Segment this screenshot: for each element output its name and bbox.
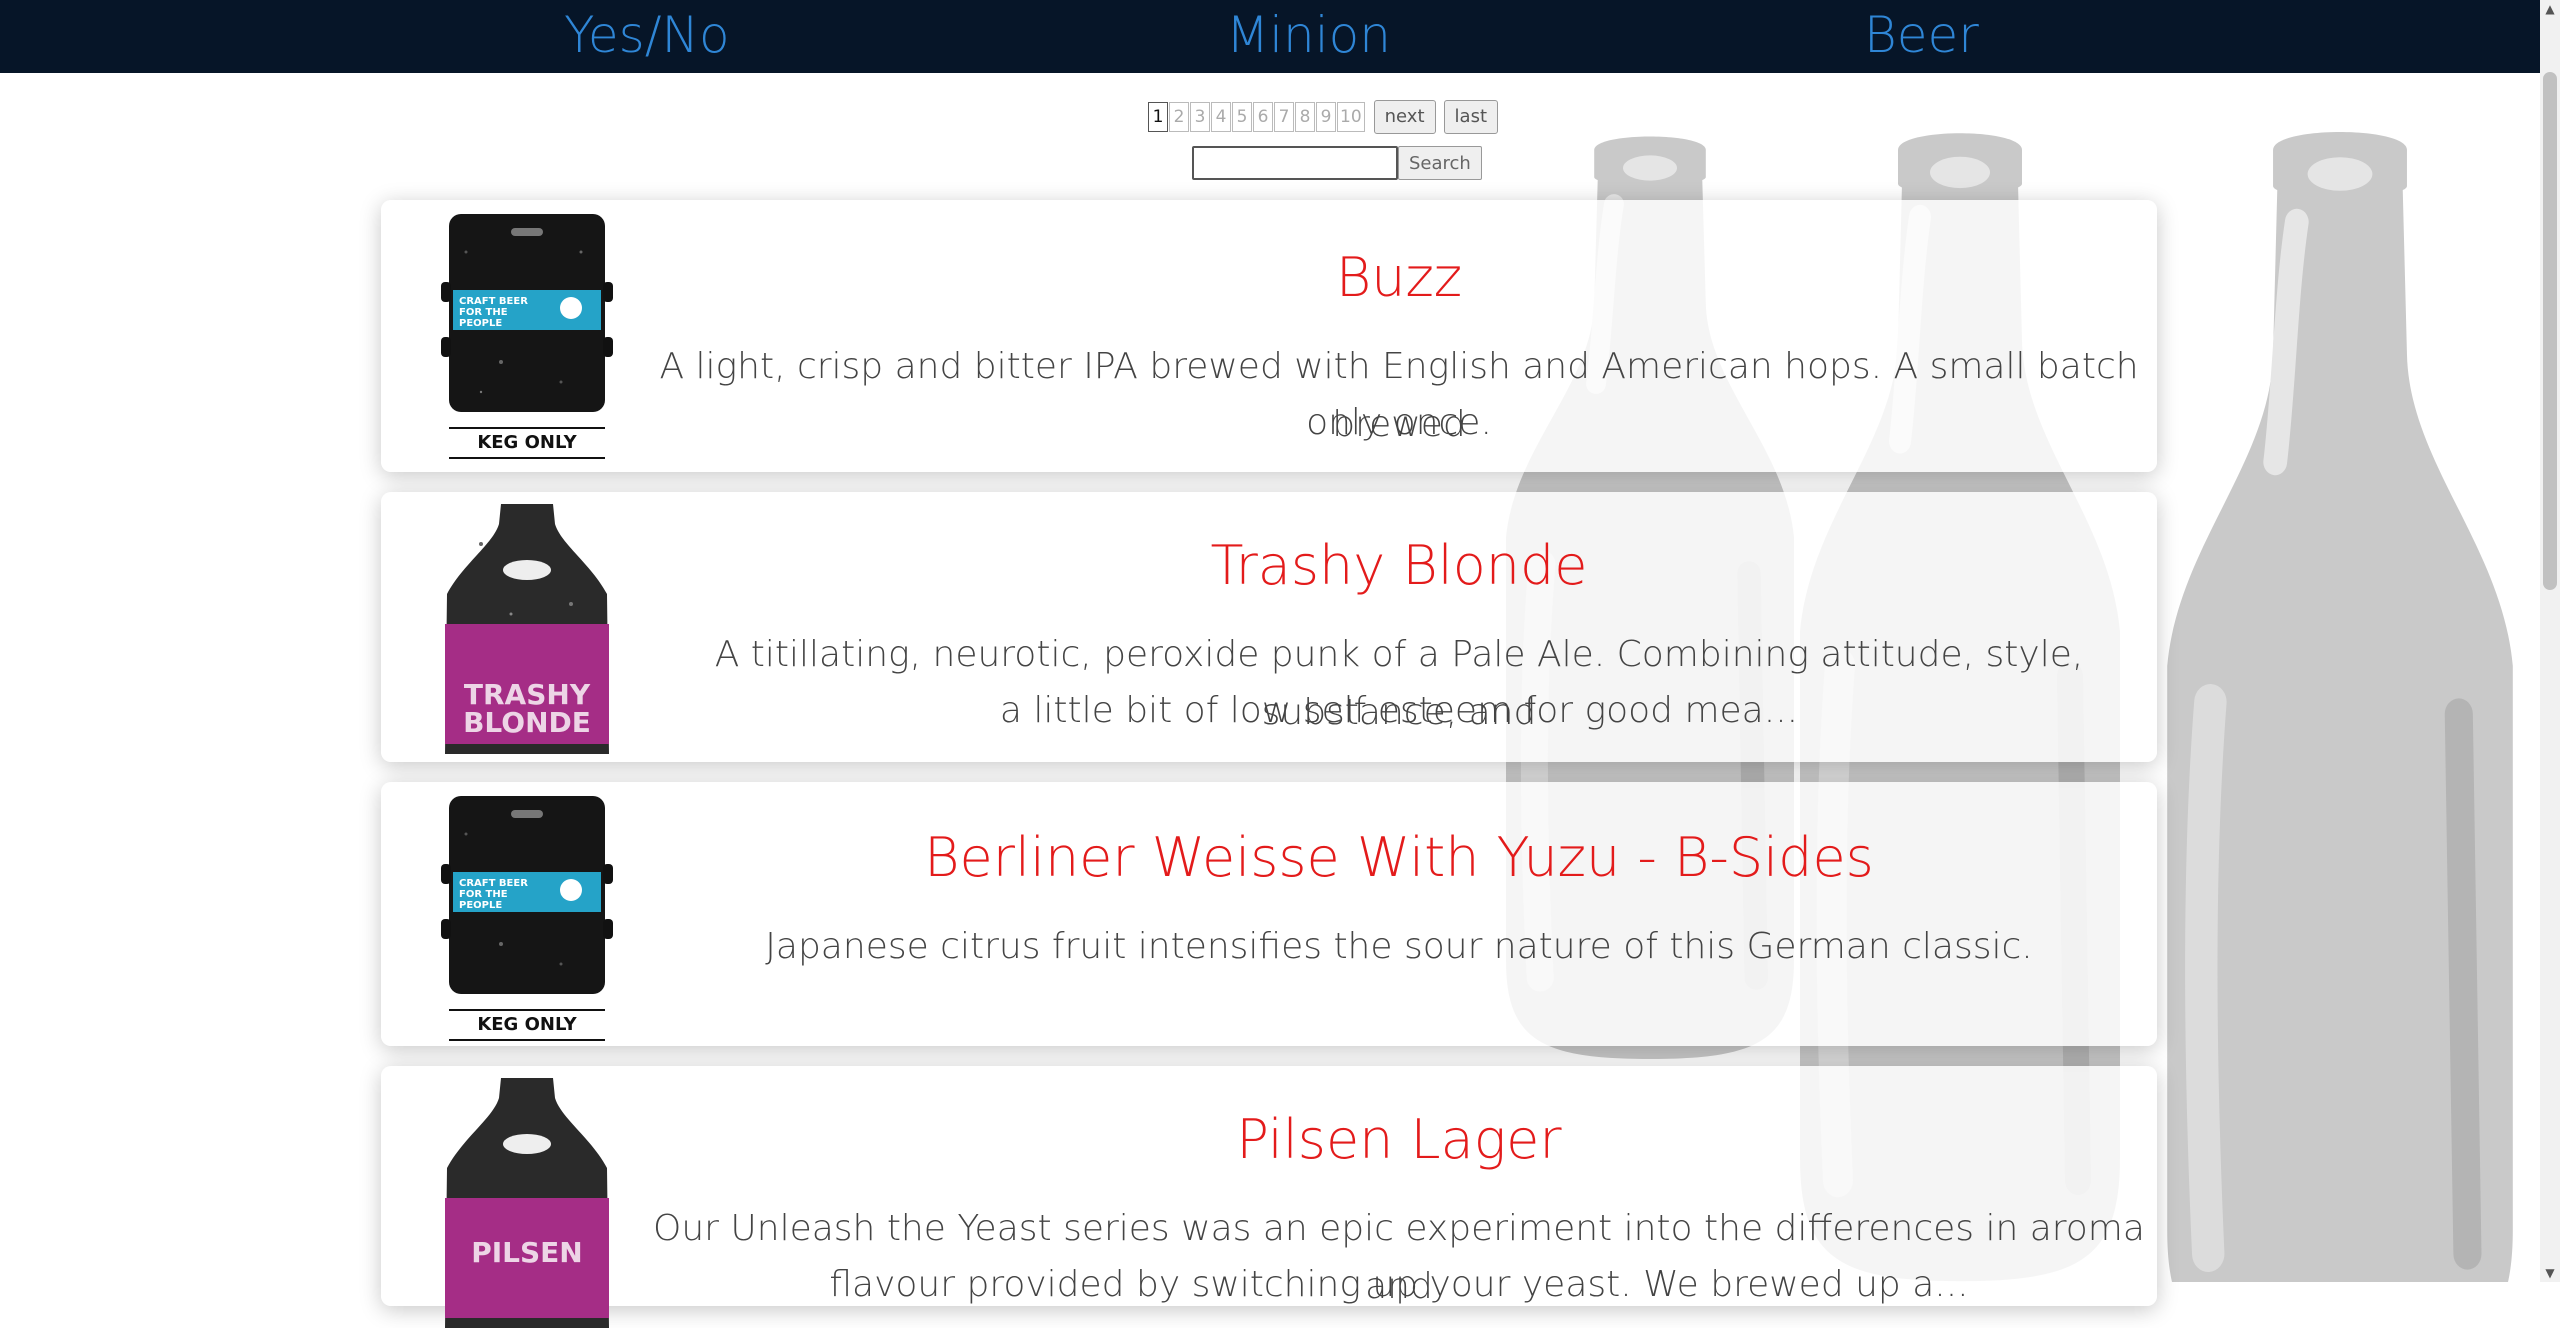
nav-link-beer[interactable]: Beer — [1864, 2, 1979, 68]
nav-link-yes-no[interactable]: Yes/No — [564, 2, 730, 68]
keg-label-line-3: PEOPLE — [459, 900, 502, 911]
last-page-button[interactable]: last — [1443, 100, 1498, 134]
page-button-2[interactable]: 2 — [1169, 102, 1189, 132]
page-button-6[interactable]: 6 — [1253, 102, 1273, 132]
beer-description-line-1: Japanese citrus fruit intensifies the so… — [765, 926, 2033, 967]
page-button-1[interactable]: 1 — [1148, 102, 1168, 132]
page-button-3[interactable]: 3 — [1190, 102, 1210, 132]
page-button-8[interactable]: 8 — [1295, 102, 1315, 132]
beer-title[interactable]: Pilsen Lager — [641, 1108, 2157, 1172]
pagination: 1 2 3 4 5 6 7 8 9 10 next last — [1148, 100, 1498, 134]
top-navigation-bar: Yes/No Minion Beer — [0, 0, 2540, 73]
beer-description-line-2: flavour provided by switching up your ye… — [829, 1264, 1969, 1305]
beer-title[interactable]: Trashy Blonde — [641, 534, 2157, 598]
keg-label-line-2: FOR THE — [459, 307, 508, 318]
search-button[interactable]: Search — [1398, 146, 1482, 180]
beer-card[interactable]: CRAFT BEER FOR THE PEOPLE KEG ONLY Buzz … — [381, 200, 2157, 472]
keg-only-label: KEG ONLY — [477, 432, 577, 453]
page-button-5[interactable]: 5 — [1232, 102, 1252, 132]
beer-title[interactable]: Berliner Weisse With Yuzu - B-Sides — [641, 826, 2157, 890]
page-button-4[interactable]: 4 — [1211, 102, 1231, 132]
page-button-9[interactable]: 9 — [1316, 102, 1336, 132]
page-scrollbar[interactable]: ▲ ▼ — [2540, 0, 2560, 1282]
beer-card[interactable]: PILSEN Pilsen Lager Our Unleash the Yeas… — [381, 1066, 2157, 1328]
scrollbar-thumb[interactable] — [2543, 72, 2557, 590]
keg-label-line-3: PEOPLE — [459, 318, 502, 329]
beer-card[interactable]: CRAFT BEER FOR THE PEOPLE KEG ONLY Berli… — [381, 782, 2157, 1046]
keg-icon: CRAFT BEER FOR THE PEOPLE KEG ONLY — [441, 796, 613, 1041]
keg-only-label: KEG ONLY — [477, 1014, 577, 1035]
scroll-down-arrow-icon[interactable]: ▼ — [2540, 1264, 2560, 1282]
bottle-right — [2167, 132, 2513, 1282]
nav-link-minion[interactable]: Minion — [1226, 2, 1391, 68]
keg-label-line-2: FOR THE — [459, 889, 508, 900]
search-input[interactable] — [1192, 146, 1398, 180]
page-button-7[interactable]: 7 — [1274, 102, 1294, 132]
beer-card[interactable]: TRASHY BLONDE Trashy Blonde A titillatin… — [381, 492, 2157, 762]
beer-description-line-2: only once. — [1306, 402, 1492, 443]
beer-description-line-2: a little bit of low self esteem for good… — [999, 690, 1799, 731]
keg-icon: CRAFT BEER FOR THE PEOPLE KEG ONLY — [441, 214, 613, 459]
keg-label-line-1: CRAFT BEER — [459, 296, 528, 307]
next-page-button[interactable]: next — [1373, 100, 1436, 134]
bottle-label-line-1: PILSEN — [471, 1236, 583, 1269]
page-button-10[interactable]: 10 — [1337, 102, 1365, 132]
beer-title[interactable]: Buzz — [641, 246, 2157, 310]
keg-label-line-1: CRAFT BEER — [459, 878, 528, 889]
scroll-up-arrow-icon[interactable]: ▲ — [2540, 0, 2560, 18]
purple-bottle-icon: TRASHY BLONDE — [445, 504, 609, 754]
bottle-label-line-2: BLONDE — [463, 706, 591, 739]
purple-bottle-icon: PILSEN — [445, 1078, 609, 1328]
search-bar: Search — [1192, 146, 1482, 180]
